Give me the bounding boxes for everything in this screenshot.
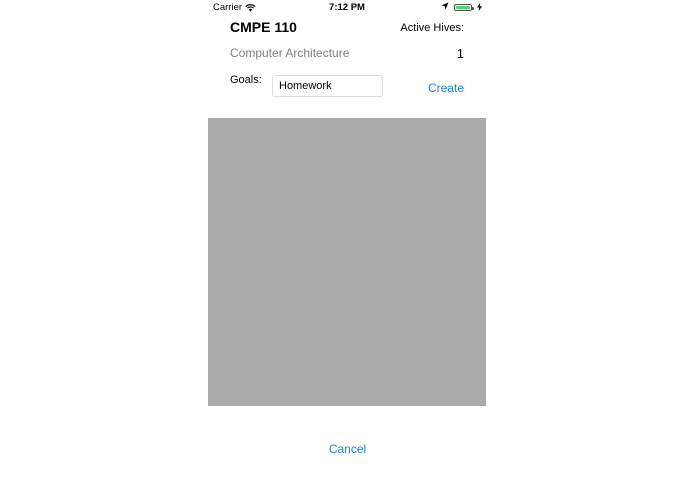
course-code-title: CMPE 110 bbox=[230, 19, 297, 35]
battery-icon bbox=[454, 4, 474, 11]
battery-fill bbox=[456, 6, 470, 9]
map-placeholder[interactable] bbox=[208, 118, 486, 406]
status-bar: Carrier 7:12 PM bbox=[208, 0, 486, 16]
cancel-button[interactable]: Cancel bbox=[0, 442, 695, 456]
goals-label: Goals: bbox=[230, 74, 262, 86]
course-name: Computer Architecture bbox=[230, 46, 350, 60]
charging-bolt-icon bbox=[477, 2, 482, 13]
hive-create-screen: Carrier 7:12 PM CMPE 110 Active Hives: C… bbox=[0, 0, 695, 494]
create-button[interactable]: Create bbox=[428, 81, 464, 95]
active-hives-label: Active Hives: bbox=[400, 22, 464, 34]
location-arrow-icon bbox=[441, 2, 449, 13]
goals-input[interactable] bbox=[272, 75, 383, 97]
active-hives-count: 1 bbox=[456, 46, 464, 61]
status-right-group bbox=[441, 2, 482, 13]
battery-cap bbox=[472, 6, 474, 10]
